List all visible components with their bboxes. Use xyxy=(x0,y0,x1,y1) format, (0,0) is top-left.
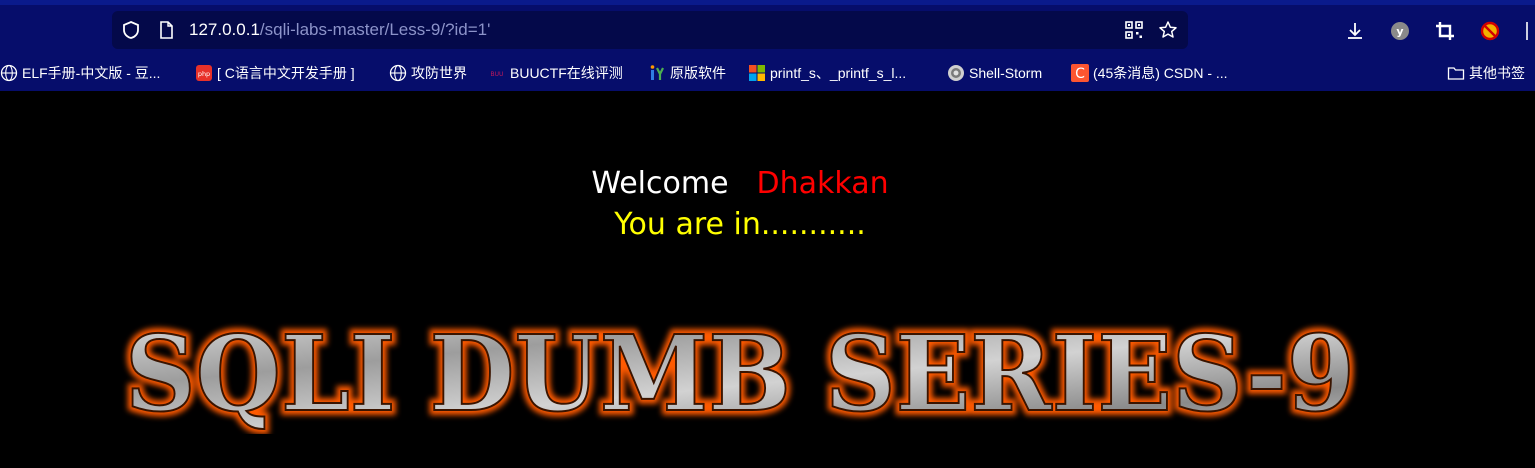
bookmark-itellyou[interactable]: 原版软件 xyxy=(648,62,726,84)
download-icon[interactable] xyxy=(1344,20,1366,42)
bookmark-label: (45条消息) CSDN - ... xyxy=(1093,65,1228,81)
bookmark-label: Shell-Storm xyxy=(969,65,1043,81)
bookmark-label: BUUCTF在线评测 xyxy=(510,65,623,81)
bookmark-c-manual[interactable]: php [ C语言中文开发手册 ] xyxy=(195,62,355,84)
title-banner: SQLI DUMB SERIES-9 SQLI DUMB SERIES-9 xyxy=(120,314,1360,434)
globe-icon xyxy=(389,64,407,82)
bookmark-label: 原版软件 xyxy=(670,65,726,81)
php-icon: php xyxy=(196,65,212,81)
svg-text:php: php xyxy=(198,70,210,78)
windows-icon xyxy=(749,65,765,81)
bookmark-label: 攻防世界 xyxy=(411,65,467,81)
bookmark-elf[interactable]: ELF手册-中文版 - 豆... xyxy=(0,62,160,84)
extension-block-icon[interactable] xyxy=(1479,20,1501,42)
url-host: 127.0.0.1 xyxy=(189,20,260,39)
shell-storm-icon xyxy=(948,65,964,81)
bookmark-other-folder[interactable]: 其他书签 xyxy=(1447,62,1525,84)
svg-text:C: C xyxy=(1075,66,1085,82)
welcome-line: Welcome Dhakkan xyxy=(0,166,1480,202)
status-message: You are in........... xyxy=(614,207,866,242)
page-content: Welcome Dhakkan You are in........... SQL… xyxy=(0,91,1535,468)
buuctf-icon: BUU xyxy=(491,71,504,78)
svg-text:y: y xyxy=(1396,25,1403,38)
url-text[interactable]: 127.0.0.1/sqli-labs-master/Less-9/?id=1' xyxy=(189,20,490,40)
menu-edge-icon[interactable] xyxy=(1524,20,1535,42)
url-path: /sqli-labs-master/Less-9/?id=1' xyxy=(259,20,491,39)
bookmark-csdn[interactable]: C (45条消息) CSDN - ... xyxy=(1071,62,1228,84)
bookmark-label: 其他书签 xyxy=(1469,65,1525,81)
bookmark-printf[interactable]: printf_s、_printf_s_l... xyxy=(748,62,906,84)
bookmark-buuctf[interactable]: BUU BUUCTF在线评测 xyxy=(488,62,623,84)
page-icon[interactable] xyxy=(156,20,176,40)
star-icon[interactable] xyxy=(1158,20,1178,40)
address-bar[interactable]: 127.0.0.1/sqli-labs-master/Less-9/?id=1' xyxy=(112,11,1188,49)
shield-icon[interactable] xyxy=(121,20,141,40)
csdn-icon: C xyxy=(1071,64,1089,82)
extension-y-icon[interactable]: y xyxy=(1389,20,1411,42)
user-name: Dhakkan xyxy=(756,166,889,201)
crop-icon[interactable] xyxy=(1434,20,1456,42)
itellyou-icon xyxy=(650,65,664,80)
svg-text:BUU: BUU xyxy=(491,71,504,78)
welcome-text: Welcome xyxy=(591,166,729,201)
browser-toolbar: 127.0.0.1/sqli-labs-master/Less-9/?id=1'… xyxy=(0,0,1535,91)
bookmarks-bar: ELF手册-中文版 - 豆... php [ C语言中文开发手册 ] 攻防世界 … xyxy=(0,58,1535,88)
qr-code-icon[interactable] xyxy=(1124,20,1144,40)
banner-title: SQLI DUMB SERIES-9 xyxy=(125,314,1355,434)
bookmark-label: [ C语言中文开发手册 ] xyxy=(217,65,355,81)
globe-icon xyxy=(0,64,18,82)
bookmark-label: printf_s、_printf_s_l... xyxy=(770,65,907,81)
folder-icon xyxy=(1447,67,1465,80)
bookmark-label: ELF手册-中文版 - 豆... xyxy=(22,65,161,81)
bookmark-gongfang[interactable]: 攻防世界 xyxy=(389,62,467,84)
bookmark-shell-storm[interactable]: Shell-Storm xyxy=(947,62,1042,84)
